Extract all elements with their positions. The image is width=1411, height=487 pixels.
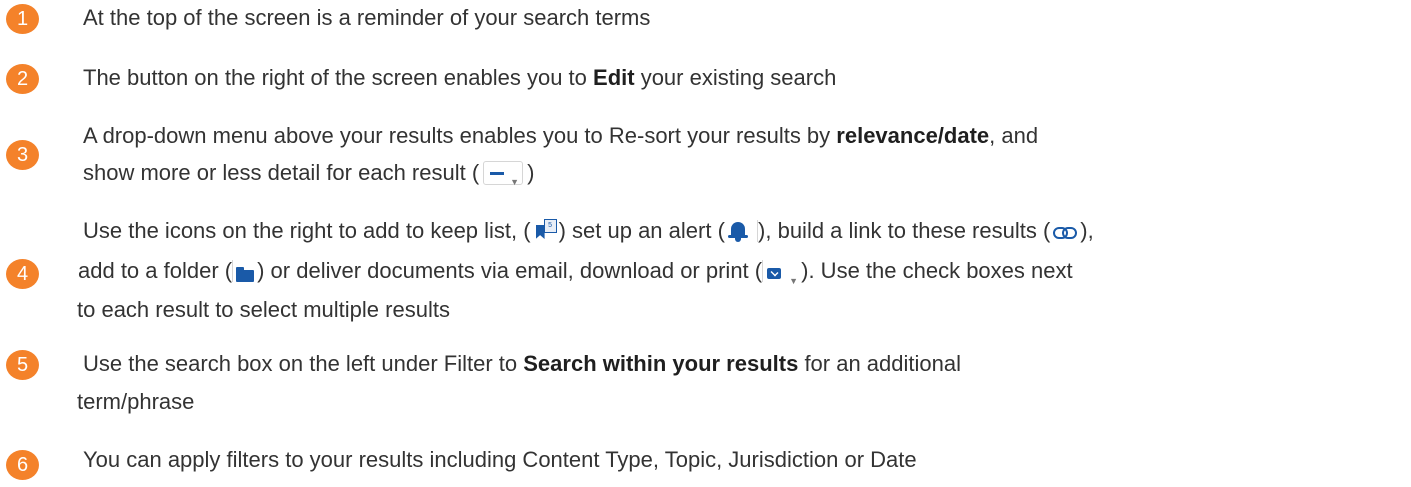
list-view-dropdown-icon: ▼ (483, 161, 524, 187)
step-3-line-1: A drop-down menu above your results enab… (83, 122, 1038, 150)
step-4-line-1: Use the icons on the right to add to kee… (83, 217, 1094, 245)
step-3-line-2: show more or less detail for each result… (83, 159, 535, 187)
keep-list-icon: 5 (533, 219, 557, 243)
step-2-text-a: The button on the right of the screen en… (83, 65, 594, 90)
step-4-text-g: ). Use the check boxes next (801, 258, 1073, 283)
link-icon (1052, 224, 1078, 240)
step-badge-4: 4 (6, 259, 39, 289)
step-4-text-b: ) set up an alert ( (558, 218, 725, 243)
search-within-keyword: Search within your results (523, 351, 799, 376)
keep-list-count: 5 (543, 219, 557, 233)
step-3-text-c: show more or less detail for each result… (83, 160, 480, 185)
step-5-line-2: term/phrase (77, 389, 195, 414)
email-dropdown-icon: ▼ (765, 265, 799, 286)
step-3-text-d: ) (527, 160, 535, 185)
step-4-text-d: ), (1080, 218, 1094, 243)
step-6-text: You can apply filters to your results in… (83, 447, 917, 472)
step-badge-5: 5 (6, 350, 39, 380)
step-2-text-b: your existing search (634, 65, 837, 90)
step-4-line-2: add to a folder ( ) or deliver documents … (78, 257, 1073, 286)
step-4-text-c: ), build a link to these results ( (758, 218, 1051, 243)
step-4-text-e: add to a folder ( (78, 258, 233, 283)
step-1-text: At the top of the screen is a reminder o… (83, 5, 651, 30)
step-4-line-3: to each result to select multiple result… (77, 297, 450, 322)
step-5-line-1: Use the search box on the left under Fil… (83, 350, 961, 378)
folder-icon (235, 265, 255, 283)
step-3-text-a: A drop-down menu above your results enab… (83, 123, 837, 148)
step-badge-3: 3 (6, 140, 39, 170)
step-badge-2: 2 (6, 64, 39, 94)
divider (232, 260, 234, 282)
step-badge-1: 1 (6, 4, 39, 34)
relevance-date-keyword: relevance/date (836, 123, 990, 148)
step-5-text-b: for an additional (798, 351, 961, 376)
step-3-text-b: , and (989, 123, 1039, 148)
edit-keyword: Edit (593, 65, 635, 90)
step-2-text: The button on the right of the screen en… (83, 64, 836, 92)
step-4-text-f: ) or deliver documents via email, downlo… (257, 258, 763, 283)
bell-icon (727, 219, 749, 243)
divider (762, 260, 764, 282)
step-4-text-a: Use the icons on the right to add to kee… (83, 218, 531, 243)
step-badge-6: 6 (6, 450, 39, 480)
step-5-text-a: Use the search box on the left under Fil… (83, 351, 524, 376)
